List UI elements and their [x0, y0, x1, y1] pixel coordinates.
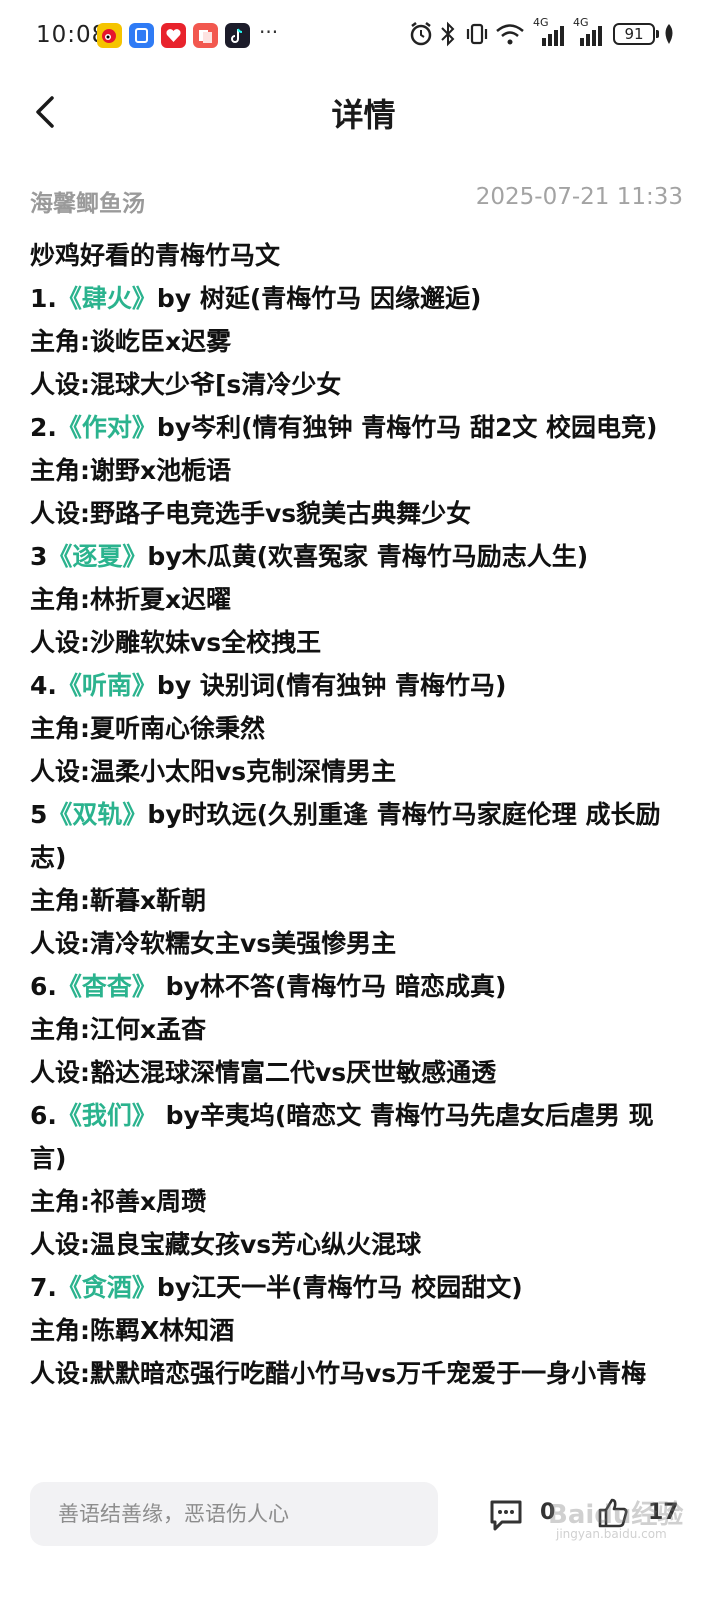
entry-persona: 人设:豁达混球深情富二代vs厌世敏感通透	[30, 1058, 497, 1087]
entry-heading: 2.《作对》by岑利(情有独钟 青梅竹马 甜2文 校园电竞)	[30, 406, 690, 449]
entry-persona: 人设:清冷软糯女主vs美强惨男主	[30, 929, 397, 958]
author-name[interactable]: 海馨鲫鱼汤	[30, 184, 145, 218]
entry-author-tags: by 诀别词(情有独钟 青梅竹马)	[156, 671, 507, 700]
entry-heading: 1.《肆火》by 树延(青梅竹马 因缘邂逅)	[30, 277, 690, 320]
entry-heading: 3《逐夏》by木瓜黄(欢喜冤家 青梅竹马励志人生)	[30, 535, 690, 578]
entry-author-tags: by木瓜黄(欢喜冤家 青梅竹马励志人生)	[147, 542, 589, 571]
leaf-icon	[662, 22, 676, 50]
entry-persona: 人设:野路子电竞选手vs貌美古典舞少女	[30, 499, 472, 528]
entry-author-tags: by江天一半(青梅竹马 校园甜文)	[156, 1273, 523, 1302]
post-date: 2025-07-21 11:33	[475, 184, 683, 210]
app-red-icon	[161, 23, 186, 48]
bluetooth-icon	[440, 19, 456, 53]
more-notifications: ···	[259, 20, 279, 44]
bottom-bar: 善语结善缘，恶语伤人心 0 17 Baidu经验 jingyan.baidu.c…	[0, 1460, 727, 1600]
vibrate-icon	[464, 19, 490, 53]
tiktok-icon	[225, 23, 250, 48]
book-title-link[interactable]: 《逐夏》	[47, 542, 147, 571]
comment-input[interactable]: 善语结善缘，恶语伤人心	[30, 1482, 438, 1546]
baidu-watermark: Baidu经验 jingyan.baidu.com	[548, 1494, 688, 1554]
entry-number: 6.	[30, 972, 57, 1001]
signal-icon	[534, 24, 566, 50]
entry-author-tags: by岑利(情有独钟 青梅竹马 甜2文 校园电竞)	[156, 413, 658, 442]
entry-author-tags: by林不答(青梅竹马 暗恋成真)	[156, 972, 507, 1001]
entry-heading: 4.《听南》by 诀别词(情有独钟 青梅竹马)	[30, 664, 690, 707]
entry-number: 4.	[30, 671, 57, 700]
entry-number: 2.	[30, 413, 57, 442]
entry-protagonists: 主角:夏听南心徐秉然	[30, 714, 265, 743]
entry-protagonists: 主角:谢野x池栀语	[30, 456, 232, 485]
entry-number: 6.	[30, 1101, 57, 1130]
entry-protagonists: 主角:江何x孟杳	[30, 1015, 207, 1044]
entry-heading: 5《双轨》by时玖远(久别重逢 青梅竹马家庭伦理 成长励志)	[30, 793, 690, 879]
book-title-link[interactable]: 《听南》	[57, 671, 157, 700]
book-title-link[interactable]: 《杳杳》	[57, 972, 157, 1001]
alarm-icon	[408, 19, 434, 53]
entry-number: 5	[30, 800, 48, 829]
entry-heading: 7.《贪酒》by江天一半(青梅竹马 校园甜文)	[30, 1266, 690, 1309]
status-bar: 10:08 ··· 4G 4G 91	[0, 0, 727, 72]
weibo-icon	[97, 23, 122, 48]
entry-persona: 人设:温良宝藏女孩vs芳心纵火混球	[30, 1230, 422, 1259]
book-list: 1.《肆火》by 树延(青梅竹马 因缘邂逅) 主角:谈屹臣x迟雾人设:混球大少爷[…	[30, 277, 690, 1395]
entry-heading: 6.《我们》 by辛夷坞(暗恋文 青梅竹马先虐女后虐男 现言)	[30, 1094, 690, 1180]
book-title-link[interactable]: 《作对》	[57, 413, 157, 442]
comment-icon[interactable]	[488, 1498, 524, 1532]
book-title-link[interactable]: 《我们》	[57, 1101, 157, 1130]
entry-persona: 人设:温柔小太阳vs克制深情男主	[30, 757, 397, 786]
book-title-link[interactable]: 《贪酒》	[57, 1273, 157, 1302]
entry-persona: 人设:默默暗恋强行吃醋小竹马vs万千宠爱于一身小青梅	[30, 1359, 647, 1388]
entry-number: 3	[30, 542, 48, 571]
entry-protagonists: 主角:祁善x周瓒	[30, 1187, 207, 1216]
entry-author-tags: by 树延(青梅竹马 因缘邂逅)	[156, 284, 482, 313]
entry-number: 7.	[30, 1273, 57, 1302]
book-title-link[interactable]: 《肆火》	[57, 284, 157, 313]
entry-protagonists: 主角:陈羁X林知酒	[30, 1316, 235, 1345]
app-blue-icon	[129, 23, 154, 48]
battery-icon: 91	[613, 23, 659, 45]
entry-protagonists: 主角:靳暮x靳朝	[30, 886, 207, 915]
header: 详情	[0, 72, 727, 152]
post-content: 炒鸡好看的青梅竹马文 1.《肆火》by 树延(青梅竹马 因缘邂逅) 主角:谈屹臣x…	[30, 234, 690, 1460]
entry-persona: 人设:沙雕软妹vs全校拽王	[30, 628, 322, 657]
post-intro: 炒鸡好看的青梅竹马文	[30, 241, 281, 270]
app-pink-icon	[193, 23, 218, 48]
entry-protagonists: 主角:谈屹臣x迟雾	[30, 327, 232, 356]
entry-heading: 6.《杳杳》 by林不答(青梅竹马 暗恋成真)	[30, 965, 690, 1008]
watermark-text: Baidu经验	[548, 1500, 684, 1530]
signal-icon	[572, 24, 606, 50]
book-title-link[interactable]: 《双轨》	[47, 800, 147, 829]
wifi-icon	[494, 19, 526, 53]
entry-persona: 人设:混球大少爷[s清冷少女	[30, 370, 342, 399]
entry-protagonists: 主角:林折夏x迟曜	[30, 585, 232, 614]
page-title: 详情	[331, 96, 396, 134]
entry-number: 1.	[30, 284, 57, 313]
